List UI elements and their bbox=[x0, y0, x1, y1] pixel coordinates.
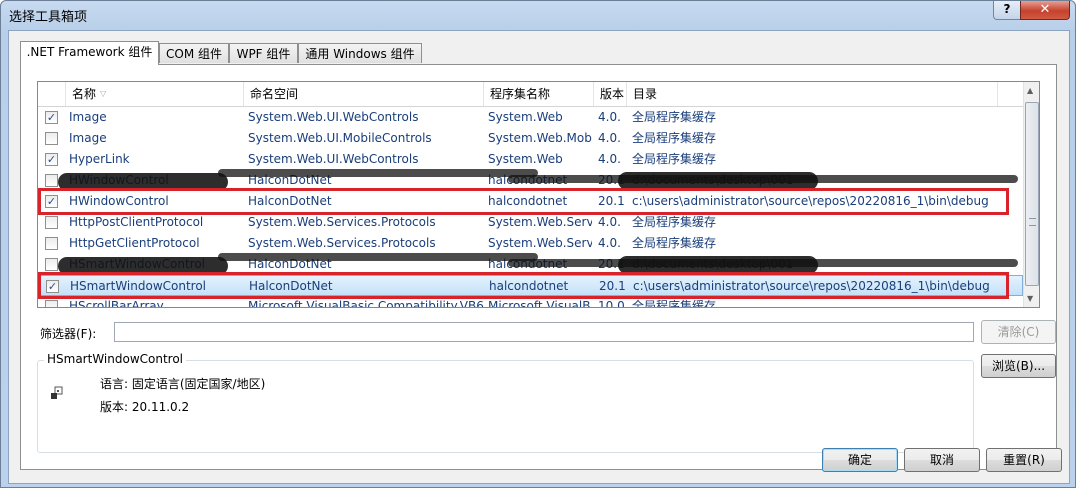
row-directory: 全局程序集缓存 bbox=[632, 152, 717, 166]
browse-button[interactable]: 浏览(B)... bbox=[981, 354, 1056, 378]
row-namespace: System.Web.UI.WebControls bbox=[248, 110, 419, 124]
row-assembly: System.Web.Serv bbox=[488, 236, 592, 250]
dialog-window: 选择工具箱项 ? ✕ .NET Framework 组件 COM 组件 WPF … bbox=[0, 0, 1076, 488]
row-assembly: System.Web.Serv bbox=[488, 215, 592, 229]
row-name: Image bbox=[69, 131, 107, 145]
grip-icon bbox=[1029, 218, 1036, 226]
header-directory[interactable]: 目录 bbox=[627, 82, 998, 106]
row-checkbox[interactable] bbox=[45, 174, 58, 187]
row-checkbox[interactable]: ✓ bbox=[45, 153, 58, 166]
details-title: HSmartWindowControl bbox=[44, 352, 187, 366]
row-directory: 全局程序集缓存 bbox=[632, 215, 717, 229]
table-row[interactable]: ✓ HyperLink System.Web.UI.WebControls Syste… bbox=[38, 149, 1023, 170]
table-row[interactable]: Image System.Web.UI.MobileControls System.… bbox=[38, 128, 1023, 149]
table-row[interactable]: HttpPostClientProtocol System.Web.Service… bbox=[38, 212, 1023, 233]
table-row[interactable]: HttpGetClientProtocol System.Web.Services… bbox=[38, 233, 1023, 254]
row-checkbox[interactable] bbox=[45, 300, 58, 307]
row-version: 4.0. bbox=[598, 131, 621, 145]
tab-panel: 名称 ▽ 命名空间 程序集名称 版本 目录 ✓ Image System.Web.UI… bbox=[20, 64, 1057, 470]
row-directory: 全局程序集缓存 bbox=[632, 236, 717, 250]
row-assembly: System.Web bbox=[488, 110, 563, 124]
reset-button[interactable]: 重置(R) bbox=[986, 448, 1062, 472]
row-checkbox[interactable] bbox=[45, 132, 58, 145]
row-version: 4.0. bbox=[598, 236, 621, 250]
row-checkbox[interactable] bbox=[45, 258, 58, 271]
filter-label: 筛选器(F): bbox=[40, 327, 97, 341]
ok-button[interactable]: 确定 bbox=[822, 448, 898, 472]
component-list[interactable]: 名称 ▽ 命名空间 程序集名称 版本 目录 ✓ Image System.Web.UI… bbox=[37, 81, 1040, 308]
row-name: HttpGetClientProtocol bbox=[69, 236, 200, 250]
highlight-box bbox=[38, 188, 1009, 215]
row-directory: 全局程序集缓存 bbox=[632, 131, 717, 145]
scroll-down-icon[interactable]: ▼ bbox=[1027, 294, 1033, 303]
row-name: HScrollBarArray bbox=[69, 299, 164, 308]
dialog-client: .NET Framework 组件 COM 组件 WPF 组件 通用 Windo… bbox=[8, 30, 1070, 484]
header-name[interactable]: 名称 ▽ bbox=[66, 82, 244, 106]
header-checkbox-col bbox=[38, 82, 66, 106]
scroll-thumb[interactable] bbox=[1025, 102, 1039, 286]
sort-icon: ▽ bbox=[100, 89, 107, 98]
highlight-box bbox=[38, 272, 1009, 299]
row-version: 10.0 bbox=[598, 299, 625, 308]
row-assembly: Microsoft.VisualB bbox=[488, 299, 591, 308]
row-name: Image bbox=[69, 110, 107, 124]
row-checkbox[interactable] bbox=[45, 216, 58, 229]
table-row[interactable]: HScrollBarArray Microsoft.VisualBasic.Com… bbox=[38, 296, 1023, 308]
row-assembly: System.Web.Mob bbox=[488, 131, 592, 145]
tab-universal-windows[interactable]: 通用 Windows 组件 bbox=[298, 43, 422, 63]
row-directory: 全局程序集缓存 bbox=[632, 299, 717, 308]
vertical-scrollbar[interactable]: ▲ ▼ bbox=[1023, 82, 1039, 307]
component-icon bbox=[51, 386, 63, 399]
cancel-button[interactable]: 取消 bbox=[904, 448, 980, 472]
row-namespace: Microsoft.VisualBasic.Compatibility.VB6 bbox=[248, 299, 484, 308]
tab-wpf[interactable]: WPF 组件 bbox=[229, 43, 298, 63]
row-name: HyperLink bbox=[69, 152, 130, 166]
close-button[interactable]: ✕ bbox=[1020, 1, 1070, 20]
details-version: 版本: 20.11.0.2 bbox=[100, 400, 190, 414]
row-checkbox[interactable] bbox=[45, 237, 58, 250]
clear-button[interactable]: 清除(C) bbox=[981, 320, 1056, 344]
header-assembly[interactable]: 程序集名称 bbox=[484, 82, 594, 106]
redaction-scribble bbox=[218, 253, 538, 261]
row-namespace: System.Web.Services.Protocols bbox=[248, 236, 436, 250]
row-version: 4.0. bbox=[598, 215, 621, 229]
row-assembly: System.Web bbox=[488, 152, 563, 166]
details-language: 语言: 固定语言(固定国家/地区) bbox=[100, 377, 266, 391]
header-name-label: 名称 bbox=[72, 87, 97, 101]
tab-com[interactable]: COM 组件 bbox=[159, 43, 229, 63]
table-row[interactable]: ✓ Image System.Web.UI.WebControls System.We… bbox=[38, 107, 1023, 128]
row-version: 4.0. bbox=[598, 110, 621, 124]
row-namespace: System.Web.UI.WebControls bbox=[248, 152, 419, 166]
help-button[interactable]: ? bbox=[993, 1, 1021, 20]
row-version: 4.0. bbox=[598, 152, 621, 166]
scroll-up-icon[interactable]: ▲ bbox=[1027, 86, 1033, 95]
row-name: HttpPostClientProtocol bbox=[69, 215, 204, 229]
row-namespace: System.Web.Services.Protocols bbox=[248, 215, 436, 229]
tab-net-framework[interactable]: .NET Framework 组件 bbox=[20, 41, 159, 65]
header-namespace[interactable]: 命名空间 bbox=[244, 82, 484, 106]
row-namespace: System.Web.UI.MobileControls bbox=[248, 131, 432, 145]
redaction-scribble bbox=[218, 169, 538, 177]
row-directory: 全局程序集缓存 bbox=[632, 110, 717, 124]
header-version[interactable]: 版本 bbox=[594, 82, 627, 106]
row-checkbox[interactable]: ✓ bbox=[45, 111, 58, 124]
title-bar[interactable]: 选择工具箱项 ? ✕ bbox=[1, 1, 1075, 29]
window-title: 选择工具箱项 bbox=[9, 10, 88, 25]
filter-input[interactable] bbox=[114, 322, 974, 342]
list-header: 名称 ▽ 命名空间 程序集名称 版本 目录 bbox=[38, 82, 1023, 107]
